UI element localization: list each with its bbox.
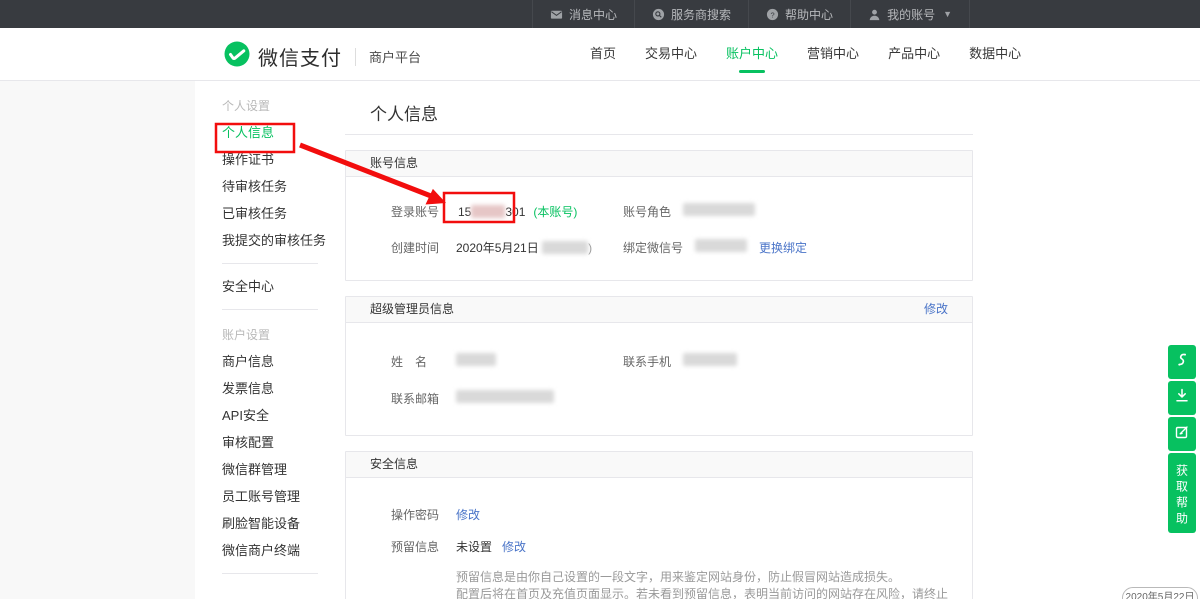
sidebar-divider	[222, 309, 318, 310]
link-icon	[1175, 352, 1189, 373]
redacted-login-middle	[471, 205, 505, 218]
super-admin-title: 超级管理员信息	[370, 297, 454, 322]
brand-name: 微信支付	[258, 42, 342, 71]
security-info-card-header: 安全信息	[346, 452, 972, 478]
edit-icon	[1175, 425, 1189, 444]
redacted-created-time	[542, 241, 588, 254]
redacted-admin-name	[456, 353, 496, 366]
chevron-down-icon: ▼	[943, 9, 952, 19]
message-center-label: 消息中心	[569, 6, 617, 23]
contact-phone-label: 联系手机	[623, 353, 671, 370]
sidebar-item-wechat-merchant-terminal[interactable]: 微信商户终端	[222, 537, 345, 564]
sidebar-item-api-security[interactable]: API安全	[222, 402, 345, 429]
mail-icon	[550, 8, 563, 21]
brand-divider	[355, 48, 356, 66]
service-provider-search-label: 服务商搜索	[671, 6, 731, 23]
login-account-label: 登录账号	[391, 203, 443, 220]
bound-wechat-label: 绑定微信号	[623, 239, 683, 256]
reserved-info-desc-line2: 配置后将在首页及充值页面显示。若未看到预留信息，表明当前访问的网站存在风险，请终…	[456, 586, 948, 599]
site-header: 微信支付 商户平台 首页 交易中心 账户中心 营销中心 产品中心 数据中心	[0, 28, 1200, 81]
redacted-wechat-id	[695, 239, 747, 252]
left-gutter	[0, 81, 195, 599]
floating-help-widget: 获取帮助	[1168, 345, 1196, 533]
nav-home[interactable]: 首页	[590, 28, 616, 80]
super-admin-edit-link[interactable]: 修改	[924, 297, 948, 322]
account-info-title: 账号信息	[370, 151, 418, 176]
feedback-button[interactable]	[1168, 417, 1196, 451]
reserved-info-label: 预留信息	[391, 538, 443, 555]
my-account-menu[interactable]: 我的账号 ▼	[850, 0, 970, 28]
reserved-info-edit-link[interactable]: 修改	[502, 538, 526, 555]
sidebar-item-review-config[interactable]: 审核配置	[222, 429, 345, 456]
created-time-value: 2020年5月21日 )	[456, 239, 592, 256]
reserved-info-value: 未设置	[456, 538, 492, 555]
current-account-tag: (本账号)	[533, 203, 577, 220]
main-content: 个人信息 账号信息 登录账号 15301 (本账号) 账号角色	[345, 81, 973, 599]
security-info-title: 安全信息	[370, 452, 418, 477]
sidebar-item-face-smart-device[interactable]: 刷脸智能设备	[222, 510, 345, 537]
sidebar-item-merchant-info[interactable]: 商户信息	[222, 348, 345, 375]
nav-product-center[interactable]: 产品中心	[888, 28, 940, 80]
sidebar-item-staff-account-management[interactable]: 员工账号管理	[222, 483, 345, 510]
help-center-label: 帮助中心	[785, 6, 833, 23]
portal-name: 商户平台	[369, 47, 421, 66]
merchant-platform-page: 消息中心 服务商搜索 ? 帮助中心 我的账号 ▼ 微信支付	[0, 0, 1200, 599]
account-role-label: 账号角色	[623, 203, 671, 220]
sidebar-item-security-center[interactable]: 安全中心	[222, 273, 345, 300]
contact-email-label: 联系邮箱	[391, 390, 443, 407]
page-title: 个人信息	[345, 81, 973, 124]
sidebar-item-reviewed-tasks[interactable]: 已审核任务	[222, 200, 345, 227]
wechat-pay-logo-icon	[224, 41, 250, 72]
nav-data-center[interactable]: 数据中心	[969, 28, 1021, 80]
operation-password-edit-link[interactable]: 修改	[456, 506, 480, 523]
search-circle-icon	[652, 8, 665, 21]
reserved-info-description: 预留信息是由你自己设置的一段文字，用来鉴定网站身份，防止假冒网站造成损失。 配置…	[456, 569, 948, 599]
svg-text:?: ?	[770, 10, 774, 19]
sidebar-group-account-settings: 账户设置	[222, 323, 345, 348]
admin-name-label: 姓 名	[391, 353, 443, 370]
sidebar-item-pending-review-tasks[interactable]: 待审核任务	[222, 173, 345, 200]
sidebar-group-personal-settings: 个人设置	[222, 94, 345, 119]
my-account-label: 我的账号	[887, 6, 935, 23]
download-icon	[1175, 388, 1189, 408]
nav-transaction-center[interactable]: 交易中心	[645, 28, 697, 80]
operation-password-label: 操作密码	[391, 506, 443, 523]
super-admin-card: 超级管理员信息 修改 姓 名 联系手机 联系邮箱	[345, 296, 973, 436]
created-time-label: 创建时间	[391, 239, 443, 256]
main-nav: 首页 交易中心 账户中心 营销中心 产品中心 数据中心	[590, 28, 1021, 80]
redacted-account-role	[683, 203, 755, 216]
change-binding-link[interactable]: 更换绑定	[759, 239, 807, 256]
quick-link-button[interactable]	[1168, 345, 1196, 379]
sidebar-item-my-submitted-review-tasks[interactable]: 我提交的审核任务	[222, 227, 345, 254]
security-info-card: 安全信息 操作密码 修改 预留信息 未设置 修改 预留信息是由你自己设置的一段文…	[345, 451, 973, 599]
nav-marketing-center[interactable]: 营销中心	[807, 28, 859, 80]
account-info-card-header: 账号信息	[346, 151, 972, 177]
redacted-contact-phone	[683, 353, 737, 366]
user-icon	[868, 8, 881, 21]
nav-account-center[interactable]: 账户中心	[726, 28, 778, 80]
super-admin-card-header: 超级管理员信息 修改	[346, 297, 972, 323]
sidebar-item-operation-certificate[interactable]: 操作证书	[222, 146, 345, 173]
login-account-value: 15301	[456, 205, 527, 219]
date-pill[interactable]: 2020年5月22日	[1122, 587, 1198, 599]
sidebar: 个人设置 个人信息 操作证书 待审核任务 已审核任务 我提交的审核任务 安全中心…	[195, 81, 345, 599]
question-circle-icon: ?	[766, 8, 779, 21]
help-center-link[interactable]: ? 帮助中心	[748, 0, 850, 28]
sidebar-item-wechat-group-management[interactable]: 微信群管理	[222, 456, 345, 483]
message-center-link[interactable]: 消息中心	[532, 0, 634, 28]
sidebar-divider	[222, 263, 318, 264]
sidebar-divider	[222, 573, 318, 574]
sidebar-item-personal-info[interactable]: 个人信息	[222, 119, 345, 146]
top-utility-bar: 消息中心 服务商搜索 ? 帮助中心 我的账号 ▼	[0, 0, 1200, 28]
brand-area[interactable]: 微信支付 商户平台	[224, 41, 421, 72]
sidebar-item-invoice-info[interactable]: 发票信息	[222, 375, 345, 402]
get-help-button[interactable]: 获取帮助	[1168, 453, 1196, 533]
download-button[interactable]	[1168, 381, 1196, 415]
title-divider	[345, 134, 973, 135]
account-info-card: 账号信息 登录账号 15301 (本账号) 账号角色 创建时间	[345, 150, 973, 281]
redacted-contact-email	[456, 390, 554, 403]
reserved-info-desc-line1: 预留信息是由你自己设置的一段文字，用来鉴定网站身份，防止假冒网站造成损失。	[456, 569, 948, 586]
service-provider-search-link[interactable]: 服务商搜索	[634, 0, 748, 28]
